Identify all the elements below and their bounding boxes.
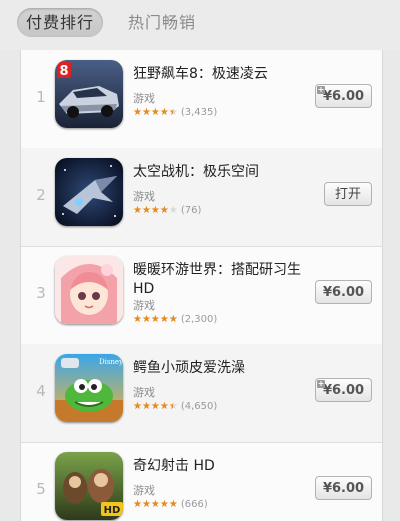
rating-count: (3,435) [180, 107, 218, 118]
app-name[interactable]: 狂野飙车8：极速凌云 [133, 65, 305, 84]
rating-count: (2,300) [180, 314, 218, 325]
svg-text:Disney: Disney [99, 358, 123, 366]
top-tab-bar: 付费排行 热门畅销 [0, 0, 400, 50]
app-category: 游戏 [133, 299, 155, 312]
rating-stars: ★★★★★★★★★★ [133, 401, 178, 412]
list-item[interactable]: 3 暖暖环游世界：搭配研习生HD 游戏 ★★★★★ ★★★★★ (2,300) ¥… [21, 246, 382, 345]
app-rating: ★★★★★★★★★★ (76) [133, 205, 201, 217]
rank-number: 3 [36, 284, 46, 302]
fantasy-shooter-app-icon[interactable]: HD [55, 452, 123, 520]
svg-text:HD: HD [104, 505, 121, 516]
universal-plus-icon: + [317, 85, 325, 94]
wheres-my-water-app-icon[interactable]: Disney [55, 354, 123, 422]
rank-number: 2 [36, 186, 46, 204]
list-item[interactable]: 2 太空战机：极乐空间 游戏 ★★★★★★★★★★ (76) [21, 148, 382, 247]
app-rating: ★★★★★★★★★★ (3,435) [133, 107, 217, 119]
rating-stars: ★★★★★★★★★★ [133, 499, 178, 510]
rank-number: 1 [36, 88, 46, 106]
rating-stars: ★★★★★★★★★★ [133, 314, 178, 325]
open-button[interactable]: 打开 [324, 182, 372, 206]
list-item[interactable]: 5 HD 奇幻射击 HD 游戏 ★★★★★ ★★★★★ (666) ¥6.00 [21, 442, 382, 521]
space-fighter-app-icon[interactable] [55, 158, 123, 226]
buy-button[interactable]: + ¥6.00 [315, 378, 372, 402]
list-item[interactable]: 4 Disney 鳄鱼小顽皮爱洗澡 游戏 ★★★★★ ★★★★ (4,650) … [21, 344, 382, 443]
rank-number: 4 [36, 382, 46, 400]
app-rating: ★★★★★★★★★★ (4,650) [133, 401, 217, 413]
list-item[interactable]: 1 8 狂野飙车8：极速凌云 游戏 ★★★★★ ★★★★ (3,435) + ¥… [21, 50, 382, 149]
buy-button[interactable]: + ¥6.00 [315, 84, 372, 108]
svg-text:8: 8 [59, 64, 68, 79]
app-name[interactable]: 暖暖环游世界：搭配研习生HD [133, 261, 305, 299]
tab-paid-ranking[interactable]: 付费排行 [17, 8, 103, 37]
asphalt8-app-icon[interactable]: 8 [55, 60, 123, 128]
app-category: 游戏 [133, 484, 155, 497]
buy-button[interactable]: ¥6.00 [315, 476, 372, 500]
app-category: 游戏 [133, 92, 155, 105]
app-category: 游戏 [133, 386, 155, 399]
nuannuan-app-icon[interactable] [55, 256, 123, 324]
app-name[interactable]: 鳄鱼小顽皮爱洗澡 [133, 359, 305, 378]
universal-plus-icon: + [317, 379, 325, 388]
app-rating: ★★★★★ ★★★★★ (666) [133, 499, 208, 511]
rating-count: (76) [180, 205, 202, 216]
rating-count: (4,650) [180, 401, 218, 412]
app-list: 1 8 狂野飙车8：极速凌云 游戏 ★★★★★ ★★★★ (3,435) + ¥… [20, 50, 383, 521]
rating-stars: ★★★★★★★★★★ [133, 107, 178, 118]
app-category: 游戏 [133, 190, 155, 203]
rank-number: 5 [36, 480, 46, 498]
rating-count: (666) [180, 499, 208, 510]
app-name[interactable]: 太空战机：极乐空间 [133, 163, 305, 182]
app-rating: ★★★★★ ★★★★★ (2,300) [133, 314, 217, 326]
rating-stars: ★★★★★★★★★★ [133, 205, 178, 216]
buy-button[interactable]: ¥6.00 [315, 280, 372, 304]
tab-hot-sellers[interactable]: 热门畅销 [122, 8, 202, 37]
app-name[interactable]: 奇幻射击 HD [133, 457, 305, 476]
